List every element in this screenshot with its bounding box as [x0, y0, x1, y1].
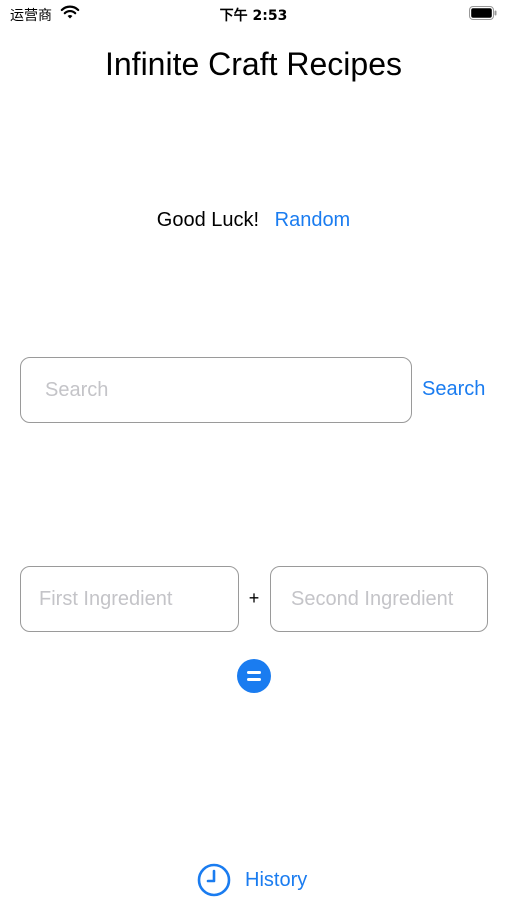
history-label: History: [245, 868, 308, 891]
app-screen: 运营商 下午 2:53 Infinite Craft Recipes Good …: [0, 0, 507, 900]
plus-operator: +: [248, 588, 260, 608]
history-button[interactable]: History: [197, 862, 307, 898]
good-luck-text: Good Luck!: [156, 209, 260, 231]
status-time: 下午 2:53: [219, 8, 288, 24]
search-button[interactable]: Search: [422, 378, 485, 401]
equals-button[interactable]: [237, 659, 271, 693]
clock-icon: [197, 863, 231, 897]
second-ingredient-input[interactable]: [270, 566, 488, 632]
first-ingredient-input[interactable]: [20, 566, 239, 632]
page-title: Infinite Craft Recipes: [104, 46, 402, 82]
search-input[interactable]: [20, 357, 412, 423]
battery-icon: [469, 6, 497, 20]
good-luck-row: Good Luck! Random: [0, 209, 507, 232]
status-bar: 运营商 下午 2:53: [0, 0, 507, 30]
random-button[interactable]: Random: [275, 209, 351, 231]
